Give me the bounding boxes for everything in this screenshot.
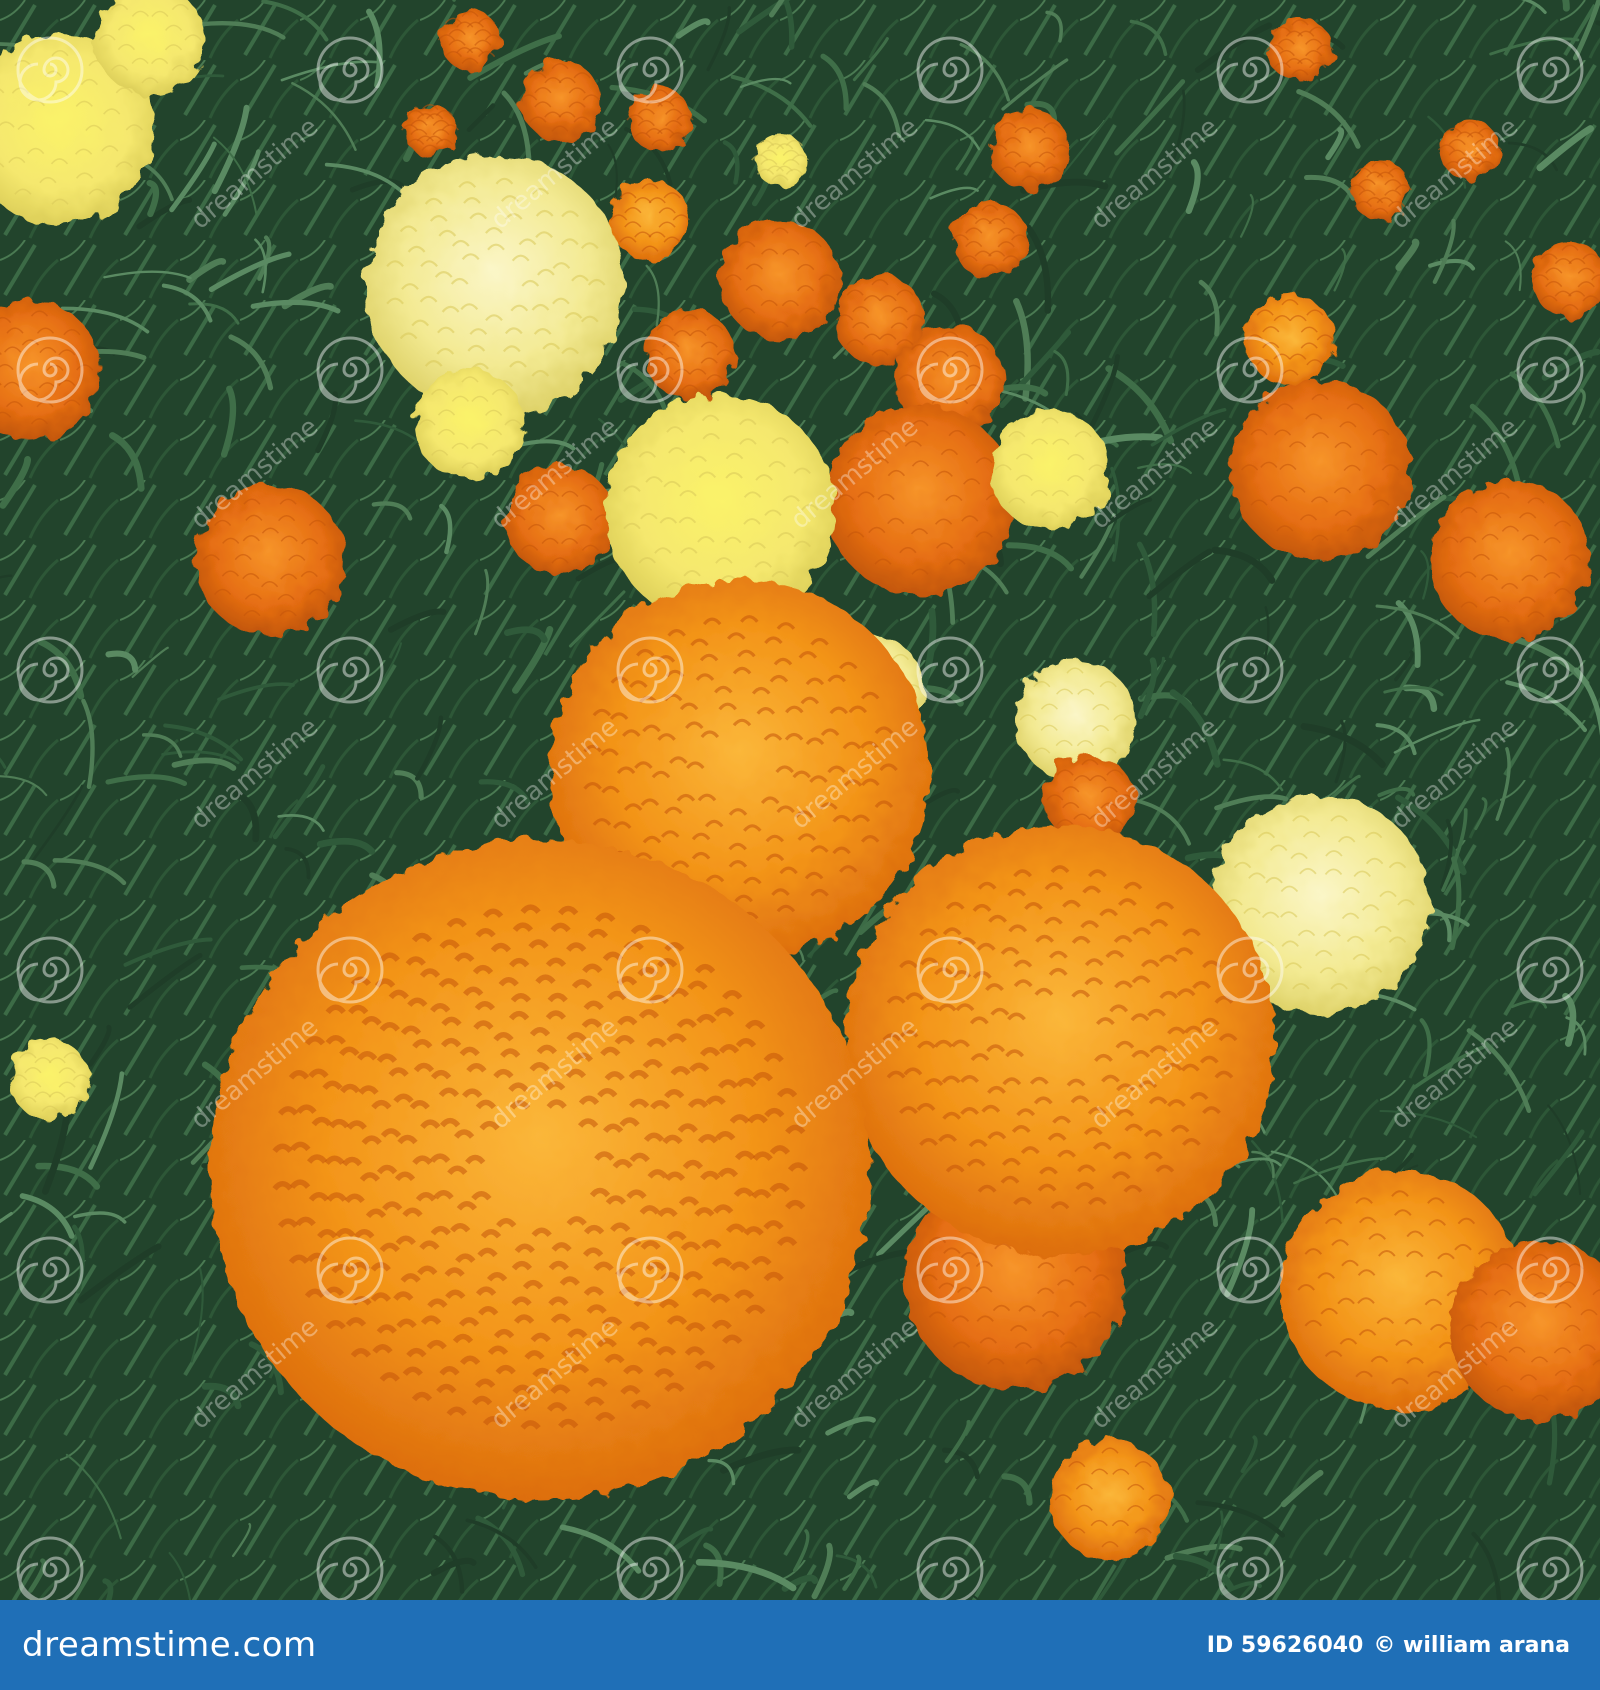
flower-head: [990, 110, 1070, 190]
flower-head: [952, 202, 1028, 278]
marigold-flower: [1050, 1440, 1170, 1560]
marigold-flower: [951, 202, 1029, 278]
site-logo-text[interactable]: dreamstime.com: [22, 1625, 317, 1665]
flower-head: [610, 180, 690, 260]
credit-footer: dreamstime.com ID 59626040 © william ara…: [0, 1600, 1600, 1690]
flower-head: [1268, 18, 1332, 82]
flower-head: [645, 310, 735, 400]
author-credit: © william arana: [1373, 1632, 1570, 1658]
stock-photo: dreamstime dreamstime dreamstime dreamstime…: [0, 0, 1600, 1600]
image-id: ID 59626040: [1206, 1632, 1364, 1658]
image-credit: ID 59626040 © william arana: [1207, 1633, 1570, 1658]
flower-head: [1430, 480, 1590, 640]
flower-head: [628, 88, 692, 152]
marigold-flower: [610, 180, 690, 260]
marigold-flower: [10, 1040, 90, 1120]
marigold-flower: [645, 310, 735, 400]
marigold-flower: [990, 110, 1070, 190]
marigold-flower: [1230, 380, 1410, 560]
marigold-flower: [415, 370, 525, 480]
flower-head: [365, 155, 625, 415]
marigold-flower: [365, 155, 625, 415]
flower-head: [10, 1040, 90, 1120]
marigold-flower: [1430, 480, 1590, 640]
flower-head: [440, 10, 500, 70]
marigold-photo: dreamstime dreamstime dreamstime dreamstime…: [0, 0, 1600, 1600]
marigold-flower: [720, 220, 840, 340]
